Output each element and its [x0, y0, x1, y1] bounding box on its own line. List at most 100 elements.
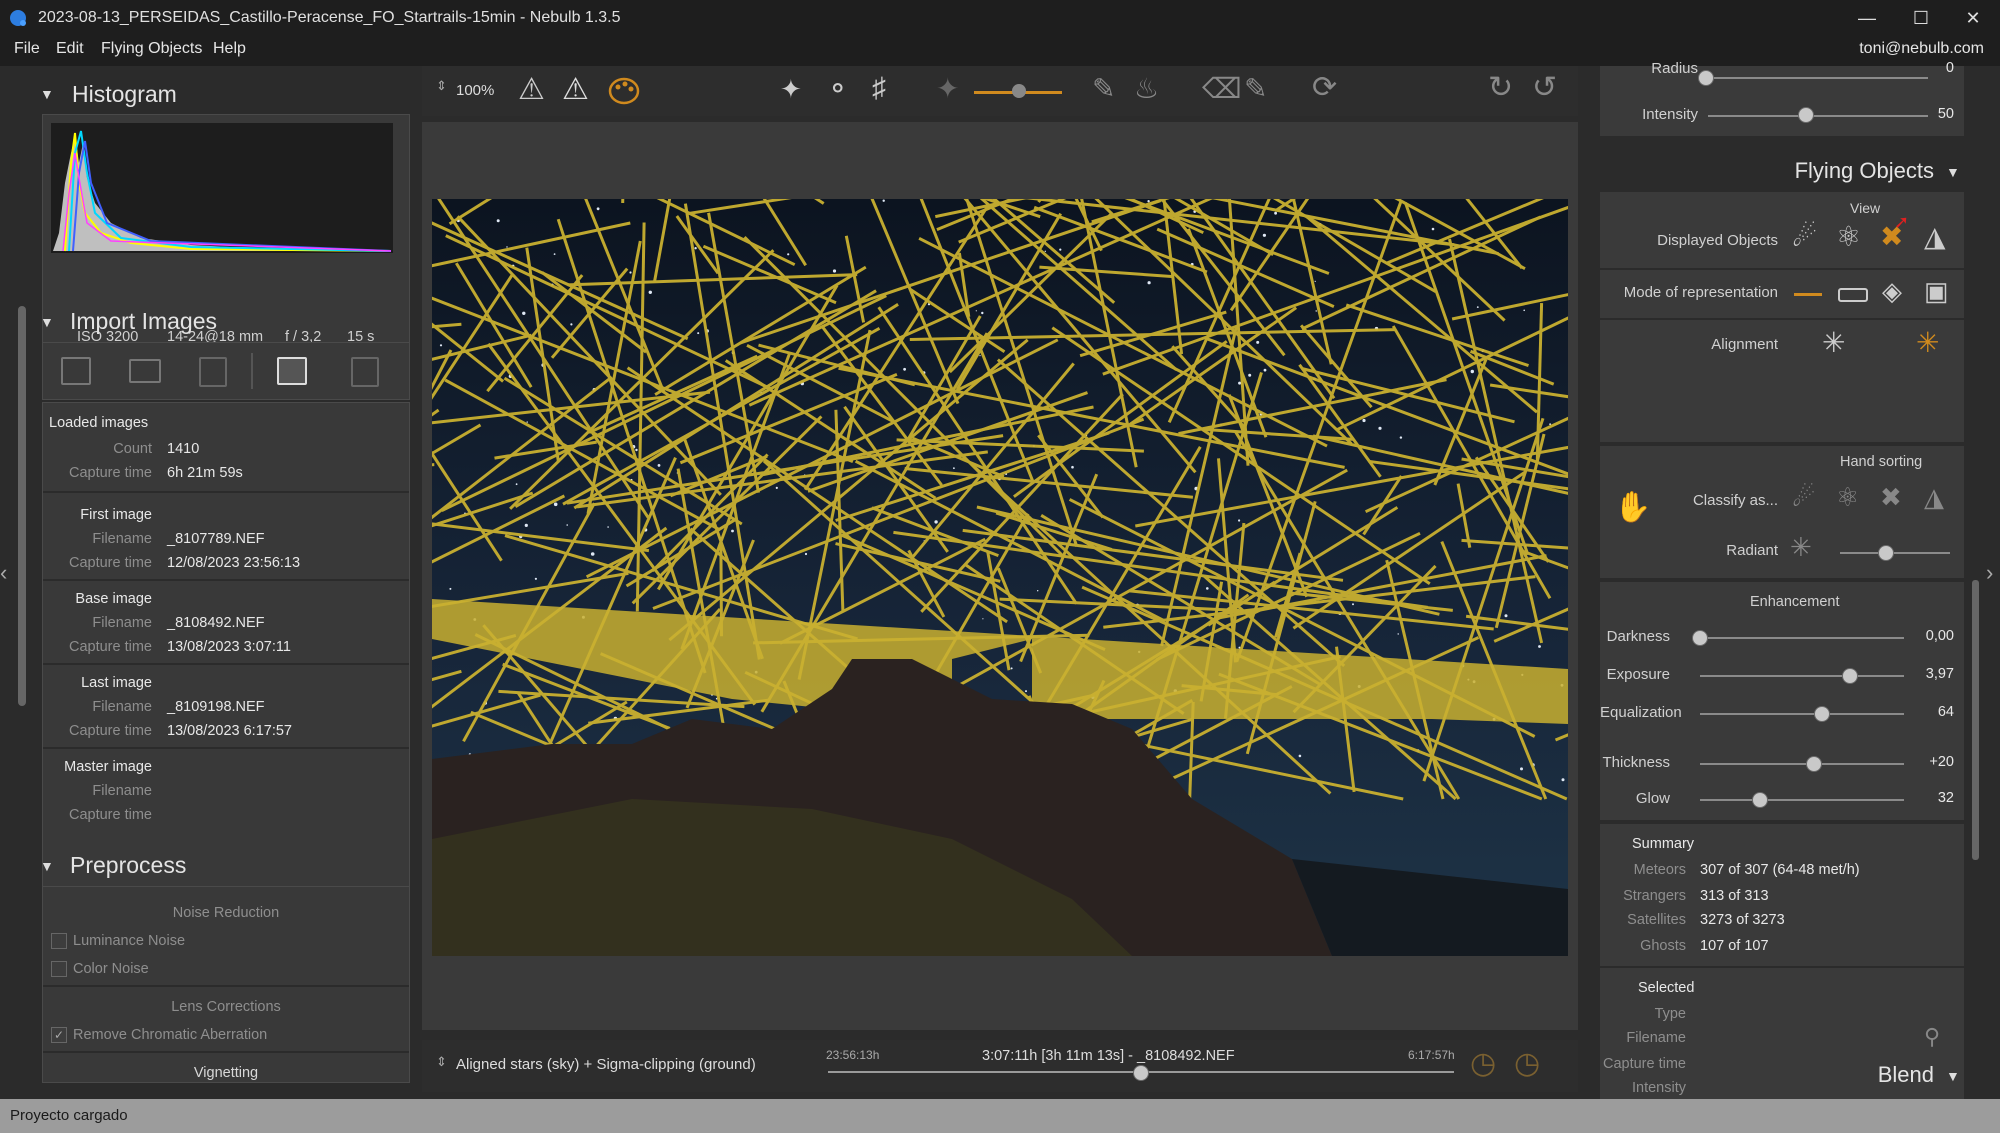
startrails-photo[interactable]	[432, 199, 1568, 956]
color-noise-checkbox[interactable]	[51, 961, 67, 977]
noise-reduction-heading: Noise Reduction	[172, 905, 280, 921]
tower-icon[interactable]: ♯	[872, 72, 886, 104]
preprocess-panel: Noise Reduction Luminance Noise Color No…	[42, 886, 410, 1083]
star-dot	[775, 486, 778, 489]
collapse-right-icon[interactable]: ›	[1986, 560, 1993, 586]
remove-ca-checkbox[interactable]: ✓	[51, 1027, 67, 1043]
magic-wand-icon[interactable]: ✦	[936, 72, 959, 105]
locate-file-icon[interactable]: ⚲	[1924, 1024, 1940, 1050]
add-images-icon[interactable]	[61, 357, 91, 385]
stacking-mode[interactable]: Aligned stars (sky) + Sigma-clipping (gr…	[456, 1056, 756, 1073]
stars-icon[interactable]: ✦	[780, 74, 802, 105]
left-scrollbar[interactable]	[18, 306, 26, 706]
line-mode-icon[interactable]	[1794, 293, 1822, 296]
star-dot	[1025, 690, 1027, 693]
collapse-triangle-icon[interactable]: ▼	[40, 858, 54, 874]
palette-icon[interactable]	[608, 76, 640, 106]
ghost-icon[interactable]: ◮	[1924, 220, 1946, 253]
menu-bar: File Edit Flying Objects Help toni@nebul…	[0, 36, 2000, 66]
brush-size-knob[interactable]	[1012, 84, 1026, 98]
meteor-icon[interactable]: ☄	[1792, 220, 1817, 253]
star-dot	[1037, 590, 1039, 592]
left-panel: ▼ Histogram ISO 3200 14-24@18 mm f / 3,2…	[8, 66, 412, 1083]
fill-bucket-icon[interactable]: ♨	[1134, 72, 1159, 105]
equalization-slider-knob[interactable]	[1814, 706, 1830, 722]
collapse-left-icon[interactable]: ‹	[0, 560, 7, 586]
add-folder-icon[interactable]	[129, 359, 161, 383]
intensity-slider-knob[interactable]	[1798, 107, 1814, 123]
brush-icon[interactable]: ✎	[1092, 72, 1115, 105]
menu-file[interactable]: File	[14, 40, 40, 58]
star-dot	[953, 467, 955, 470]
close-button[interactable]: ✕	[1946, 0, 2000, 36]
collapse-triangle-icon[interactable]: ▼	[1946, 164, 1960, 180]
classify-ghost-icon[interactable]: ◮	[1924, 482, 1944, 513]
star-dot	[607, 526, 609, 528]
radiant-icon[interactable]: ✳	[1790, 532, 1812, 563]
collapse-triangle-icon[interactable]: ▼	[40, 86, 54, 102]
blend-title[interactable]: Blend	[1858, 1062, 1934, 1088]
star-dot	[1298, 754, 1302, 758]
alignment-label: Alignment	[1711, 336, 1778, 353]
import-info-panel: Loaded images Count 1410 Capture time 6h…	[42, 402, 410, 900]
undo-icon[interactable]: ↺	[1532, 70, 1557, 105]
classify-stranger-icon[interactable]: ⚛	[1836, 482, 1859, 513]
history-icon[interactable]: ◷	[1514, 1046, 1540, 1081]
redo-icon[interactable]: ↻	[1488, 70, 1513, 105]
radius-value: 0	[1945, 60, 1954, 76]
ufo-stranger-icon[interactable]: ⚛	[1836, 220, 1861, 253]
capture-time-label: Capture time	[68, 723, 152, 739]
vignetting-heading[interactable]: Vignetting	[43, 1065, 409, 1081]
strangers-count: 313 of 313	[1700, 888, 1769, 904]
broom-icon[interactable]: ✎	[1244, 72, 1267, 105]
maximize-button[interactable]: ☐	[1894, 0, 1948, 36]
star-dot	[553, 253, 556, 255]
user-account[interactable]: toni@nebulb.com	[1859, 40, 1984, 58]
darkness-slider-knob[interactable]	[1692, 630, 1708, 646]
zoom-level[interactable]: 100%	[456, 82, 494, 99]
radius-slider-knob[interactable]	[1698, 70, 1714, 86]
timeline-knob[interactable]	[1133, 1065, 1149, 1081]
radiant-slider-knob[interactable]	[1878, 545, 1894, 561]
camera-mode-icon[interactable]: ▣	[1924, 276, 1949, 307]
star-dot	[570, 323, 573, 326]
menu-flying-objects[interactable]: Flying Objects	[101, 40, 202, 58]
status-text: Proyecto cargado	[10, 1107, 128, 1124]
right-scrollbar[interactable]	[1972, 580, 1979, 860]
warning-filled-icon[interactable]: ⚠	[562, 72, 589, 107]
last-capture-time: 13/08/2023 6:17:57	[167, 723, 292, 739]
glow-slider-knob[interactable]	[1752, 792, 1768, 808]
bar-mode-icon[interactable]	[1838, 288, 1868, 302]
app-icon	[10, 10, 26, 26]
intensity-value: 50	[1937, 106, 1954, 122]
capture-time-label: Capture time	[68, 807, 152, 823]
first-image-label: First image	[80, 507, 152, 523]
collapse-triangle-icon[interactable]: ▼	[1946, 1068, 1960, 1084]
star-dot	[1263, 368, 1267, 372]
paste-images-icon[interactable]	[199, 357, 227, 387]
exposure-slider-knob[interactable]	[1842, 668, 1858, 684]
crosshair-mode-icon[interactable]: ◈	[1882, 276, 1902, 307]
enhancement-panel: Enhancement Darkness 0,00 Exposure 3,97 …	[1600, 582, 1964, 820]
image-view-icon[interactable]	[277, 357, 307, 385]
classify-satellite-icon[interactable]: ✖	[1880, 482, 1902, 513]
thickness-slider-knob[interactable]	[1806, 756, 1822, 772]
classify-meteor-icon[interactable]: ☄	[1792, 482, 1815, 513]
warning-outline-icon[interactable]: ⚠	[518, 72, 545, 107]
luminance-noise-checkbox[interactable]	[51, 933, 67, 949]
planet-icon[interactable]: ⚬	[826, 72, 849, 105]
menu-help[interactable]: Help	[213, 40, 246, 58]
mode-stepper-icon[interactable]: ⇕	[436, 1054, 447, 1070]
collapse-triangle-icon[interactable]: ▼	[40, 314, 54, 330]
radiant-align-icon[interactable]: ✳	[1822, 326, 1845, 359]
zoom-stepper-icon[interactable]: ⇕	[436, 78, 447, 94]
star-dot	[1059, 248, 1062, 251]
refresh-icon[interactable]: ⟳	[1312, 70, 1337, 105]
star-dot	[1470, 369, 1475, 374]
minimize-button[interactable]: —	[1840, 0, 1894, 36]
eraser-icon[interactable]: ⌫	[1202, 72, 1242, 105]
menu-edit[interactable]: Edit	[56, 40, 84, 58]
clock-icon[interactable]: ◷	[1470, 1046, 1496, 1081]
clipboard-icon[interactable]	[351, 357, 379, 387]
radiant-align-active-icon[interactable]: ✳	[1916, 326, 1939, 359]
